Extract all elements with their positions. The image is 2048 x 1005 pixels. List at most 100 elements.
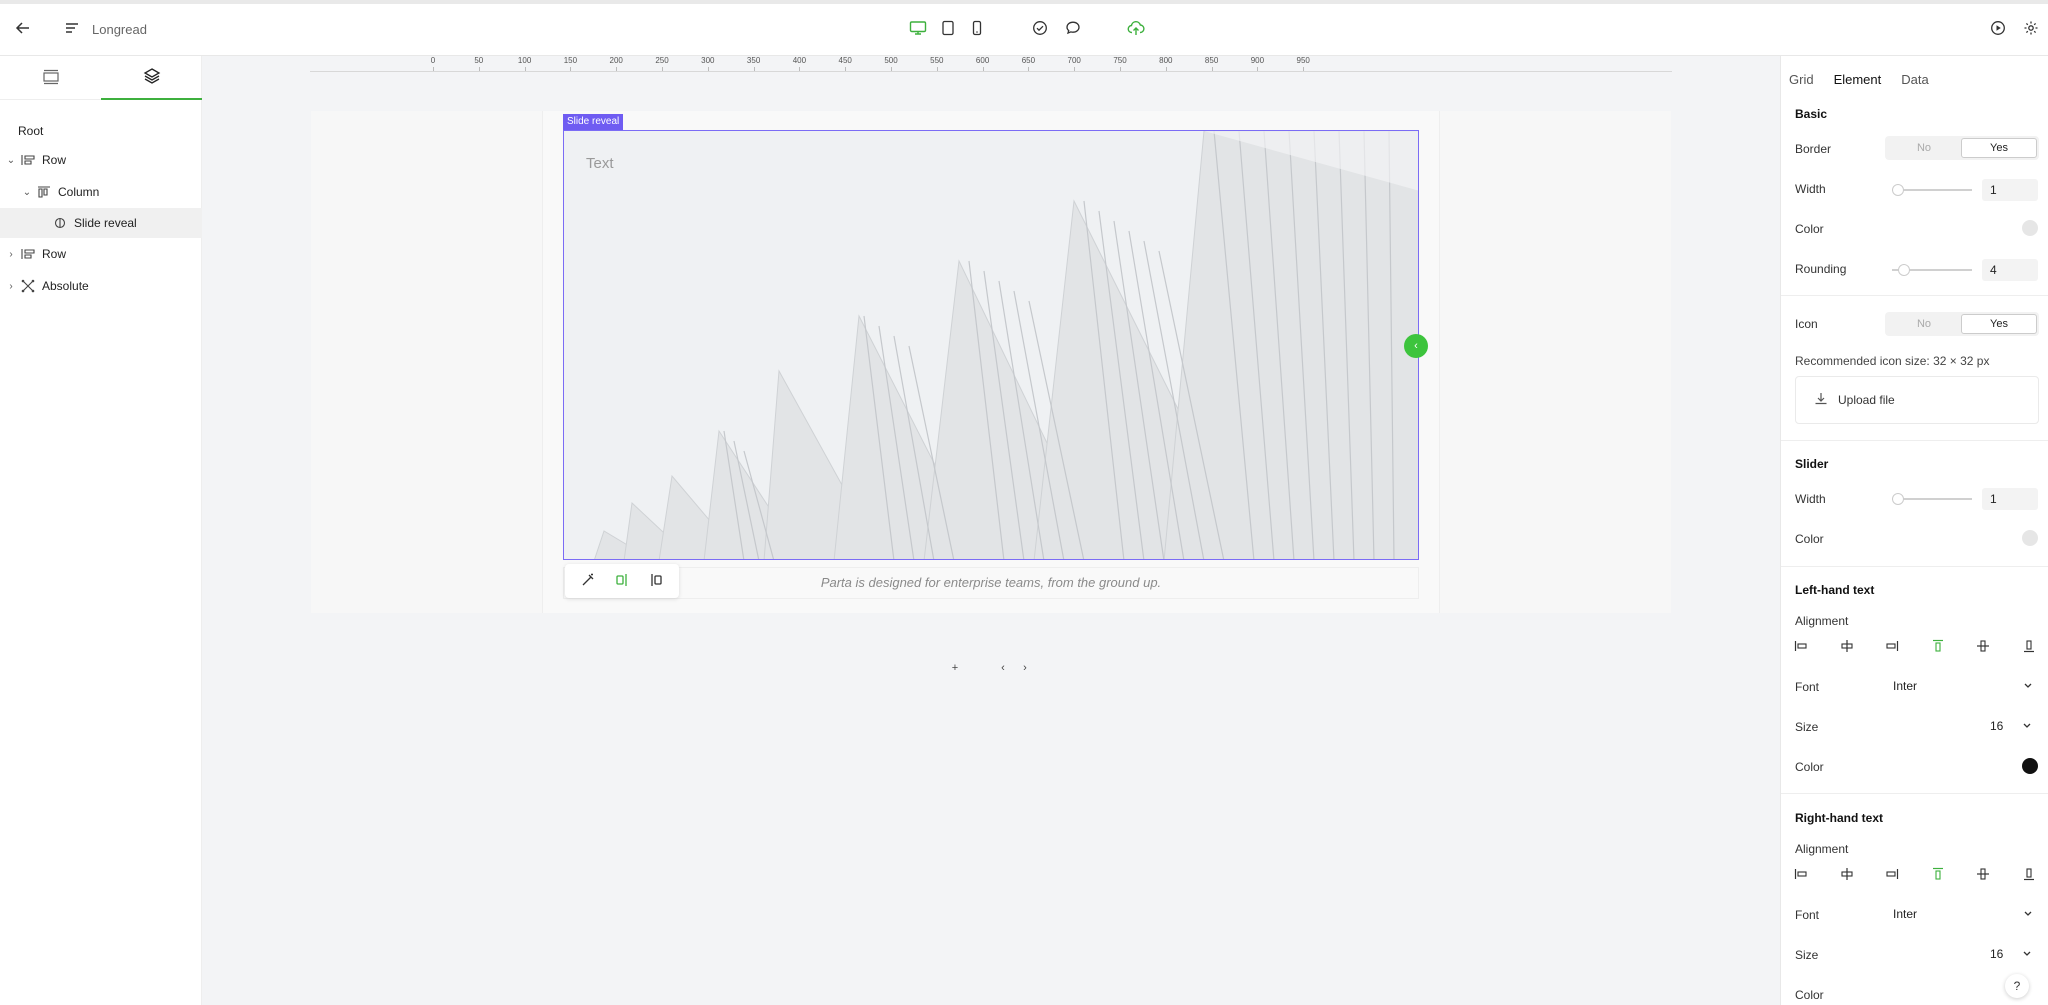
border-toggle[interactable]: No Yes <box>1885 136 2039 160</box>
slider-color-swatch[interactable] <box>2022 530 2038 546</box>
tree-item-slide-reveal[interactable]: Slide reveal <box>0 208 202 238</box>
tab-element[interactable]: Element <box>1834 72 1882 87</box>
size-value: 16 <box>1990 719 2004 733</box>
check-circle-icon[interactable] <box>1028 16 1052 40</box>
align-middle-icon[interactable] <box>1973 864 1993 884</box>
sidebar-tabs <box>0 56 202 100</box>
align-right-icon[interactable] <box>1882 864 1902 884</box>
align-right-icon[interactable] <box>1882 636 1902 656</box>
block-settings-button[interactable] <box>577 570 599 592</box>
icon-size-hint: Recommended icon size: 32 × 32 px <box>1795 354 1990 368</box>
desktop-icon[interactable] <box>906 16 930 40</box>
ruler-tick <box>433 67 434 71</box>
chevron-down-icon[interactable]: ⌄ <box>22 187 32 198</box>
slider-knob[interactable] <box>1892 493 1904 505</box>
slider-width-input[interactable]: 1 <box>1982 488 2038 510</box>
add-slide-button[interactable]: + <box>947 660 963 676</box>
right-font-label: Font <box>1795 908 1820 922</box>
chevron-down-icon <box>2023 907 2033 921</box>
chevron-right-icon: › <box>1023 662 1027 674</box>
right-font-select[interactable]: Inter <box>1885 902 2039 926</box>
left-alignment-label: Alignment <box>1795 614 1849 628</box>
icon-yes-option[interactable]: Yes <box>1961 314 2037 334</box>
ruler-tick-label: 750 <box>1113 56 1127 65</box>
chevron-down-icon <box>2022 947 2032 961</box>
icon-toggle[interactable]: No Yes <box>1885 312 2039 336</box>
tree-item-absolute[interactable]: › Absolute <box>0 271 202 301</box>
align-top-icon[interactable] <box>1928 864 1948 884</box>
align-center-horizontal-icon[interactable] <box>1837 636 1857 656</box>
chevron-down-icon[interactable]: ⌄ <box>6 155 16 166</box>
align-top-icon[interactable] <box>1928 636 1948 656</box>
tree-item-row[interactable]: ⌄ Row <box>0 145 202 175</box>
slider-knob[interactable] <box>1898 264 1910 276</box>
magic-edit-icon <box>580 572 596 591</box>
align-left-icon[interactable] <box>1791 864 1811 884</box>
slider-knob[interactable] <box>1892 184 1904 196</box>
slide-caption[interactable]: Parta is designed for enterprise teams, … <box>563 575 1419 590</box>
left-color-swatch[interactable] <box>2022 758 2038 774</box>
border-width-slider[interactable] <box>1892 184 1972 196</box>
document-title[interactable]: Longread <box>92 22 147 37</box>
border-no-option[interactable]: No <box>1887 138 1961 158</box>
right-alignment-label: Alignment <box>1795 842 1849 856</box>
border-yes-option[interactable]: Yes <box>1961 138 2037 158</box>
block-label[interactable]: Slide reveal <box>563 114 624 130</box>
align-middle-icon[interactable] <box>1973 636 1993 656</box>
ruler-tick-label: 850 <box>1204 56 1219 65</box>
chevron-right-icon[interactable]: › <box>6 249 16 260</box>
align-center-horizontal-icon[interactable] <box>1837 864 1857 884</box>
prev-slide-button[interactable]: ‹ <box>995 660 1011 676</box>
next-slide-button[interactable]: › <box>1017 660 1033 676</box>
rounding-label: Rounding <box>1795 262 1847 276</box>
upload-file-button[interactable]: Upload file <box>1795 376 2039 424</box>
rounding-slider[interactable] <box>1892 264 1972 276</box>
tree-root[interactable]: Root <box>18 124 43 138</box>
editor-canvas[interactable]: 0 50 100 150 200 250 300 350 400 450 500 550 600 650 7… <box>202 56 1780 1005</box>
tab-sections[interactable] <box>0 56 101 100</box>
row-icon <box>20 246 36 262</box>
tab-grid[interactable]: Grid <box>1789 72 1814 87</box>
slider-width-slider[interactable] <box>1892 493 1972 505</box>
play-icon[interactable] <box>1986 16 2010 40</box>
plus-icon: + <box>951 662 959 674</box>
ruler-tick <box>1028 67 1030 71</box>
tab-layers[interactable] <box>101 56 202 100</box>
icon-no-option[interactable]: No <box>1887 314 1961 334</box>
ruler-tick <box>799 67 801 71</box>
tablet-icon[interactable] <box>936 16 960 40</box>
align-left-button[interactable] <box>611 570 633 592</box>
basic-heading: Basic <box>1795 107 1828 121</box>
chevron-right-icon[interactable]: › <box>6 281 16 292</box>
tree-item-column[interactable]: ⌄ Column <box>0 177 202 207</box>
border-color-swatch[interactable] <box>2022 220 2038 236</box>
absolute-icon <box>20 278 36 294</box>
align-bottom-icon[interactable] <box>2019 864 2039 884</box>
tree-item-row[interactable]: › Row <box>0 239 202 269</box>
ruler-tick-label: 550 <box>930 56 944 65</box>
settings-icon[interactable] <box>2019 16 2043 40</box>
phone-icon[interactable] <box>965 16 989 40</box>
left-size-select[interactable]: 16 <box>1982 714 2038 738</box>
menu-lines-icon[interactable] <box>60 16 84 40</box>
ruler-tick <box>478 67 480 71</box>
align-bottom-icon[interactable] <box>2019 636 2039 656</box>
help-button[interactable]: ? <box>2005 974 2029 998</box>
publish-icon[interactable] <box>1124 16 1148 40</box>
align-left-icon[interactable] <box>1791 636 1811 656</box>
slide-reveal-block[interactable]: Text <box>563 130 1419 560</box>
tree-item-label: Row <box>42 153 67 167</box>
right-size-select[interactable]: 16 <box>1982 942 2038 966</box>
left-font-select[interactable]: Inter <box>1885 674 2039 698</box>
align-right-button[interactable] <box>645 570 667 592</box>
tab-data[interactable]: Data <box>1901 72 1928 87</box>
ruler-tick-label: 800 <box>1159 56 1173 65</box>
slide-overlay-text[interactable]: Text <box>586 155 614 172</box>
slide-handle[interactable]: ‹ <box>1404 334 1428 358</box>
rounding-input[interactable]: 4 <box>1982 259 2038 281</box>
border-width-input[interactable]: 1 <box>1982 179 2038 201</box>
layers-sidebar: Root ⌄ Row ⌄ Column Slide reveal › Row ›… <box>0 56 202 1005</box>
ruler-tick-label: 450 <box>838 56 852 65</box>
comment-icon[interactable] <box>1061 16 1085 40</box>
back-arrow-icon[interactable] <box>11 16 35 40</box>
